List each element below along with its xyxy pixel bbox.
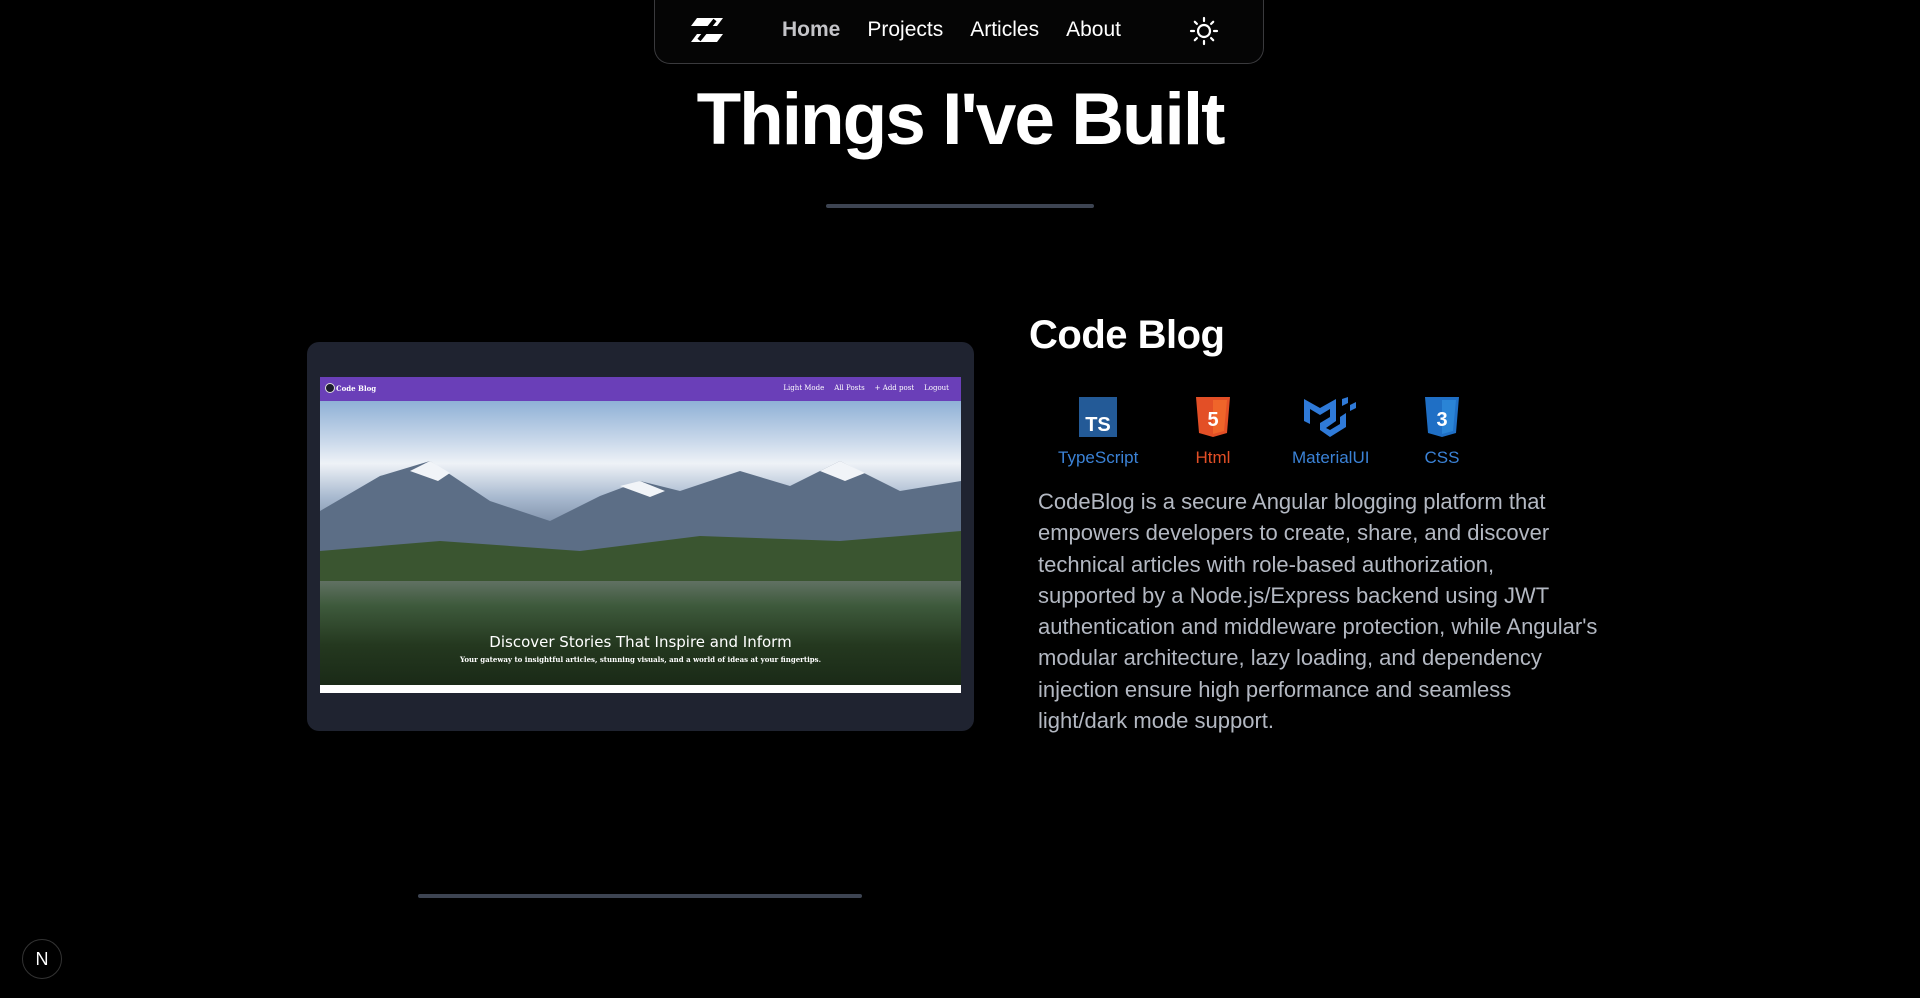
nav-articles-link[interactable]: Articles [970,18,1039,42]
screenshot-subline: Your gateway to insightful articles, stu… [459,655,822,664]
tech-html: 5 Html [1192,395,1234,468]
tech-label: CSS [1424,448,1460,467]
materialui-icon [1303,397,1356,437]
nav-home-link[interactable]: Home [782,18,840,42]
logo-icon[interactable] [689,16,725,44]
top-navbar: Home Projects Articles About [654,0,1264,64]
screenshot-menu-item: Light Mode [783,384,825,392]
project-image-card[interactable]: Code Blog Light Mode All Posts + Add pos… [307,342,974,731]
svg-text:5: 5 [1207,409,1218,431]
project-description: CodeBlog is a secure Angular blogging pl… [1038,489,1598,734]
tech-css: 3 CSS [1421,395,1463,468]
screenshot-logo-icon [325,383,335,393]
nav-about-link[interactable]: About [1066,18,1121,42]
screenshot-hero-image: Discover Stories That Inspire and Inform… [320,401,961,685]
next-badge[interactable]: N [22,939,62,979]
project-title: Code Blog [1029,313,1225,357]
screenshot-menu-item: + Add post [874,384,915,392]
tech-typescript: TS TypeScript [1058,395,1138,468]
screenshot-headline: Discover Stories That Inspire and Inform [489,633,792,651]
nav-links: Home Projects Articles About [782,18,1148,42]
svg-text:TS: TS [1085,414,1111,436]
page-title: Things I've Built [696,79,1226,160]
screenshot-menu-item: Logout [924,384,949,392]
tech-label: Html [1195,448,1231,467]
html5-icon: 5 [1196,397,1230,437]
screenshot-brand: Code Blog [336,384,377,393]
tech-label: MaterialUI [1292,448,1370,467]
css3-icon: 3 [1425,397,1459,437]
title-divider [826,204,1094,208]
project-screenshot: Code Blog Light Mode All Posts + Add pos… [320,377,961,693]
screenshot-footer-strip [320,685,961,693]
svg-text:3: 3 [1436,409,1447,431]
tech-label: TypeScript [1058,448,1139,467]
typescript-icon: TS [1079,397,1118,437]
mountain-landscape [320,461,961,581]
screenshot-menu: Light Mode All Posts + Add post Logout [783,384,949,392]
screenshot-menu-item: All Posts [834,384,865,392]
tech-materialui: MaterialUI [1292,395,1369,468]
nav-projects-link[interactable]: Projects [867,18,943,42]
sun-icon[interactable] [1189,16,1219,46]
section-divider [418,894,862,898]
screenshot-navbar: Code Blog Light Mode All Posts + Add pos… [320,377,961,401]
